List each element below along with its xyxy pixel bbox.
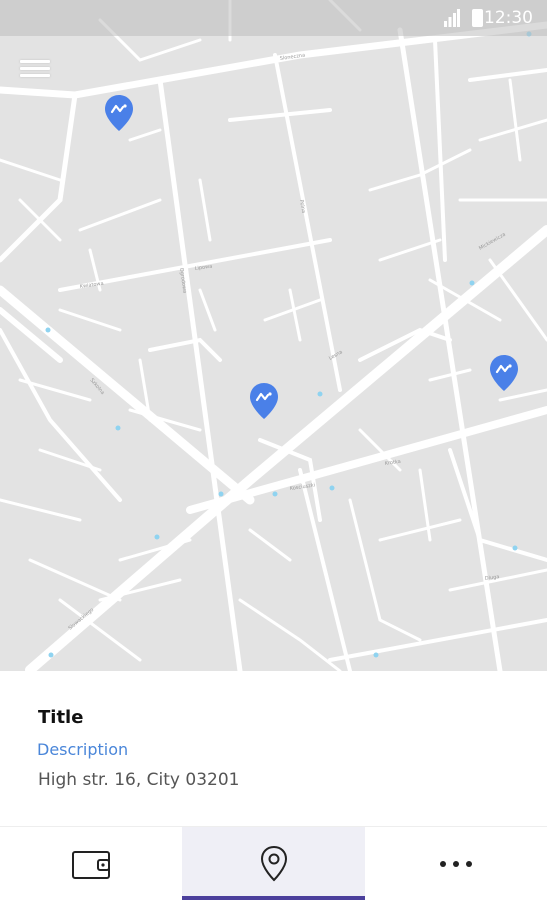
location-pin-icon[interactable] bbox=[489, 354, 519, 392]
location-pin-icon[interactable] bbox=[249, 382, 279, 420]
location-pin-icon bbox=[260, 845, 287, 882]
location-pin-icon[interactable] bbox=[104, 94, 134, 132]
more-dots-icon bbox=[440, 861, 472, 867]
location-description[interactable]: Description bbox=[37, 740, 128, 759]
wallet-icon bbox=[72, 851, 110, 879]
battery-icon bbox=[472, 9, 483, 27]
svg-text:Mickiewicza: Mickiewicza bbox=[478, 232, 507, 252]
location-title: Title bbox=[38, 707, 84, 728]
status-bar: 12:30 bbox=[0, 0, 547, 36]
map-view[interactable]: Sloneczna Kwiatowa Lipowa Ogrodowa Polna… bbox=[0, 0, 547, 671]
tab-wallet[interactable] bbox=[0, 827, 182, 900]
location-info-panel: Title Description High str. 16, City 032… bbox=[0, 671, 547, 826]
svg-text:Sloneczna: Sloneczna bbox=[279, 52, 305, 61]
svg-text:Krotka: Krotka bbox=[384, 459, 401, 467]
bottom-navigation bbox=[0, 826, 547, 900]
map-roads: Sloneczna Kwiatowa Lipowa Ogrodowa Polna… bbox=[0, 0, 547, 671]
tab-more[interactable] bbox=[365, 827, 547, 900]
hamburger-menu-icon[interactable] bbox=[20, 56, 60, 86]
status-time: 12:30 bbox=[484, 8, 533, 28]
tab-map[interactable] bbox=[182, 827, 365, 900]
svg-text:Polna: Polna bbox=[298, 199, 306, 213]
location-address: High str. 16, City 03201 bbox=[38, 770, 240, 790]
svg-text:Lipowa: Lipowa bbox=[194, 264, 212, 272]
signal-icon bbox=[444, 9, 460, 27]
